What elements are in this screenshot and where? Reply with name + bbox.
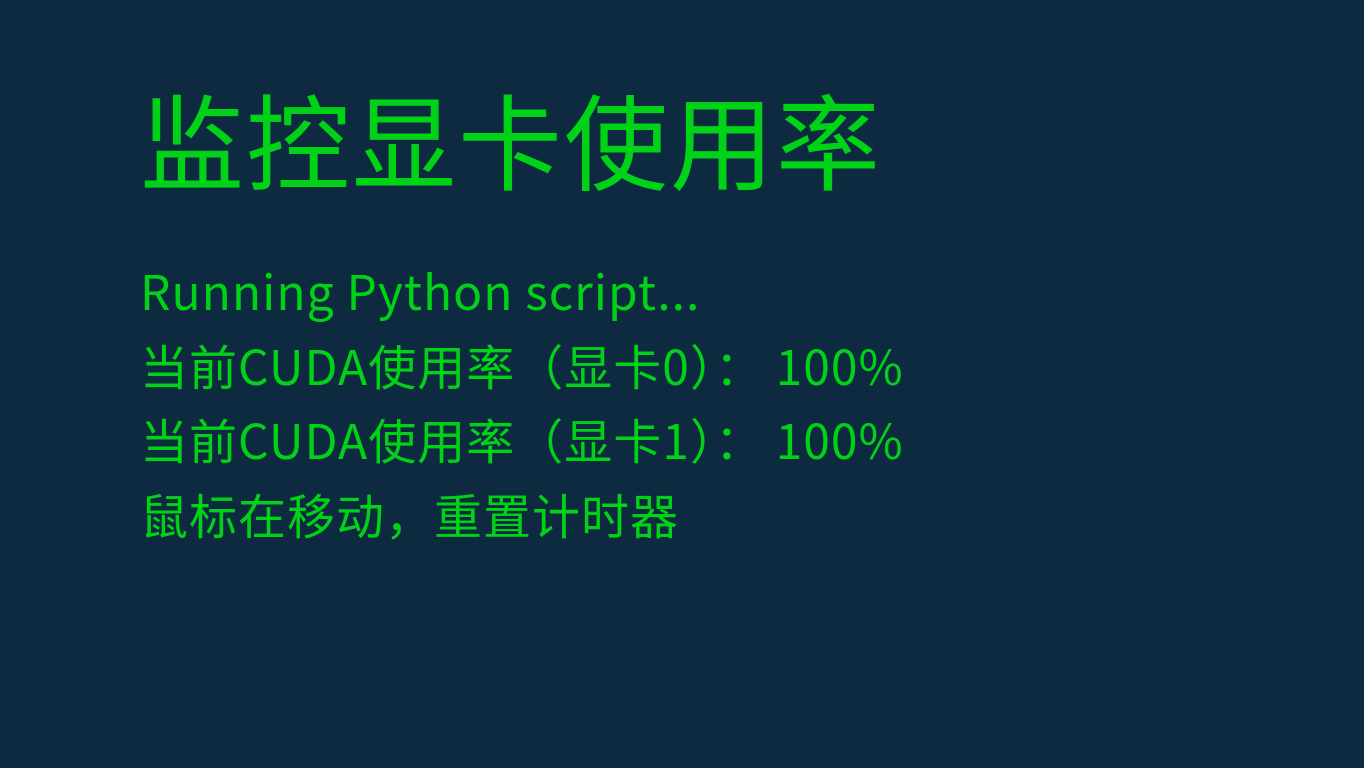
status-line-running: Running Python script... (140, 252, 1224, 326)
page-title: 监控显卡使用率 (140, 80, 1224, 194)
status-line-mouse: 鼠标在移动，重置计时器 (140, 476, 1224, 550)
status-line-gpu0: 当前CUDA使用率（显卡0）： 100% (140, 327, 1224, 401)
status-line-gpu1: 当前CUDA使用率（显卡1）： 100% (140, 401, 1224, 475)
terminal-output: 监控显卡使用率 Running Python script... 当前CUDA使… (0, 0, 1364, 768)
